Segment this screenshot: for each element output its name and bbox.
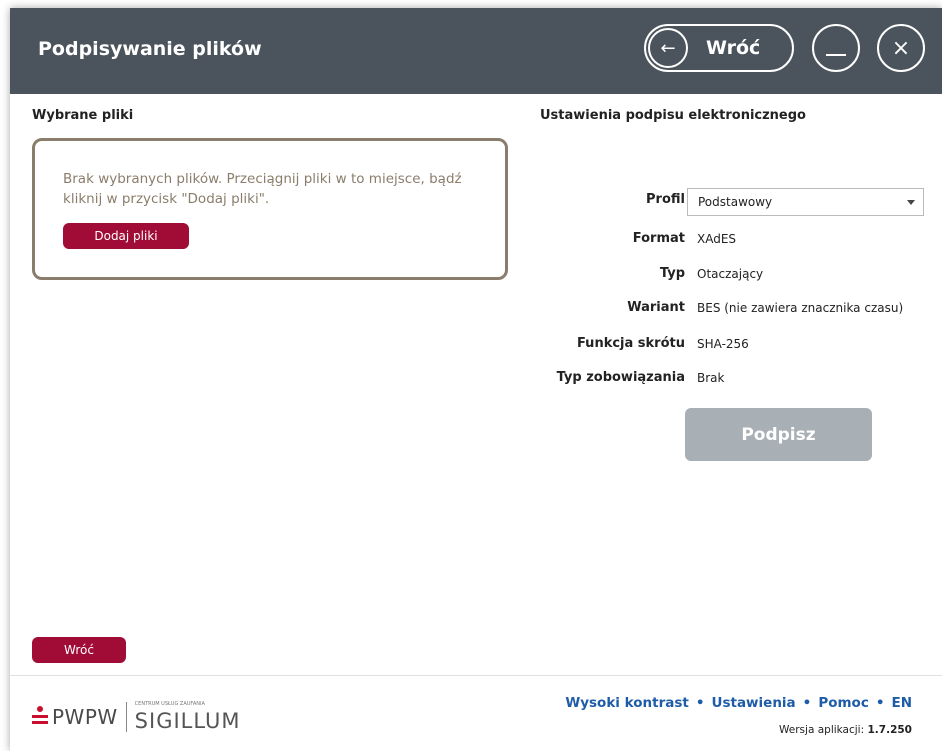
hash-function-label: Funkcja skrótu [576,336,685,351]
settings-heading: Ustawienia podpisu elektronicznego [540,108,806,123]
commitment-type-row: Typ zobowiązania Brak [540,366,930,390]
header-bar: Podpisywanie plików ← Wróć × [10,8,942,94]
link-separator: • [695,695,705,711]
help-link[interactable]: Pomoc [818,695,869,711]
format-label: Format [632,231,685,246]
type-row: Typ Otaczający [540,262,930,286]
minimize-icon [826,54,846,56]
settings-link[interactable]: Ustawienia [712,695,796,711]
minimize-button[interactable] [812,24,860,72]
footer-links: Wysoki kontrast • Ustawienia • Pomoc • EN [565,695,912,711]
back-button-label: Wróć [706,37,761,59]
language-en-link[interactable]: EN [891,695,912,711]
sign-button[interactable]: Podpisz [685,408,872,461]
profile-select[interactable]: Podstawowy [687,188,924,216]
commitment-type-label: Typ zobowiązania [556,370,685,385]
page-title: Podpisywanie plików [38,38,262,60]
pwpw-sigillum-logo: PWPW CENTRUM USŁUG ZAUFANIA SIGILLUM [32,701,245,733]
format-value: XAdES [697,232,737,246]
type-value: Otaczający [697,267,764,281]
type-label: Typ [659,266,685,281]
hash-function-value: SHA-256 [697,337,749,351]
dropzone-empty-text: Brak wybranych plików. Przeciągnij pliki… [63,171,462,207]
back-bottom-button[interactable]: Wróć [32,637,126,663]
app-version: Wersja aplikacji: 1.7.250 [779,724,912,736]
link-separator: • [802,695,812,711]
files-heading: Wybrane pliki [32,108,134,123]
version-number: 1.7.250 [867,724,912,736]
variant-label: Wariant [627,300,685,315]
logo-sigillum-text: SIGILLUM [134,709,241,733]
profile-select-value: Podstawowy [698,195,773,209]
variant-row: Wariant BES (nie zawiera znacznika czasu… [540,296,930,320]
pwpw-logo-icon [32,706,48,728]
logo-small-text: CENTRUM USŁUG ZAUFANIA [134,701,205,707]
version-label: Wersja aplikacji: [779,724,865,736]
profile-row: Profil Podstawowy [540,188,930,216]
logo-pwpw-text: PWPW [52,705,118,729]
commitment-type-value: Brak [697,371,725,385]
link-separator: • [875,695,885,711]
app-window: Podpisywanie plików ← Wróć × Wybrane pli… [10,8,942,751]
close-icon: × [891,35,911,61]
back-button[interactable]: ← Wróć [644,24,794,72]
profile-label: Profil [646,192,685,207]
footer-divider [10,675,942,676]
add-files-button[interactable]: Dodaj pliki [63,223,189,249]
hash-function-row: Funkcja skrótu SHA-256 [540,332,930,356]
high-contrast-link[interactable]: Wysoki kontrast [565,695,689,711]
arrow-left-icon: ← [648,28,688,68]
close-button[interactable]: × [877,24,925,72]
file-dropzone[interactable]: Brak wybranych plików. Przeciągnij pliki… [32,138,508,280]
logo-sigillum: CENTRUM USŁUG ZAUFANIA SIGILLUM [135,701,245,733]
chevron-down-icon [907,200,915,205]
variant-value: BES (nie zawiera znacznika czasu) [697,301,904,315]
logo-separator [125,702,127,732]
format-row: Format XAdES [540,227,930,251]
